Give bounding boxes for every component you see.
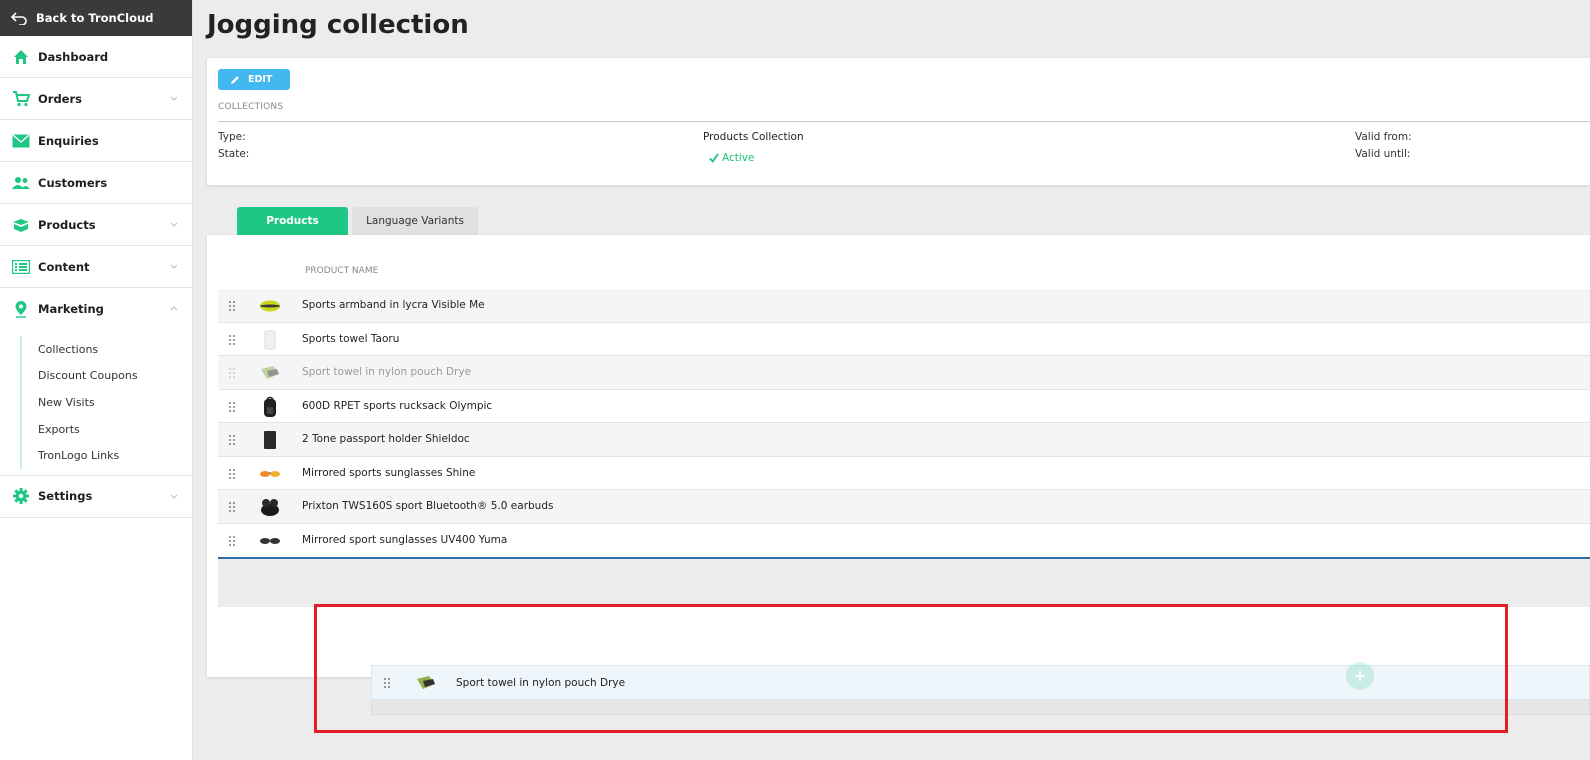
- cart-icon: [12, 90, 30, 108]
- section-label: COLLECTIONS: [218, 102, 284, 112]
- marketing-submenu-list: Collections Discount Coupons New Visits …: [20, 336, 192, 469]
- back-arrow-icon: [10, 12, 27, 25]
- sidebar-item-orders[interactable]: Orders: [0, 78, 192, 120]
- armband-thumb: [258, 295, 282, 317]
- valid-from-label: Valid from:: [1355, 131, 1412, 143]
- sidebar-item-content[interactable]: Content: [0, 246, 192, 288]
- sidebar-item-label: Marketing: [38, 302, 104, 316]
- table-row[interactable]: Sport towel in nylon pouch Drye: [218, 356, 1590, 390]
- page-title: Jogging collection: [207, 10, 469, 40]
- sunglasses-thumb: [258, 463, 282, 485]
- drop-placeholder[interactable]: [218, 557, 1590, 607]
- product-name: Sports towel Taoru: [302, 332, 400, 345]
- back-label: Back to TronCloud: [36, 11, 154, 25]
- type-value: Products Collection: [703, 131, 804, 143]
- sidebar-item-customers[interactable]: Customers: [0, 162, 192, 204]
- marketing-submenu: Collections Discount Coupons New Visits …: [0, 330, 192, 476]
- product-name: Mirrored sports sunglasses Shine: [302, 466, 476, 479]
- state-value: Active: [709, 152, 754, 164]
- sidebar-item-enquiries[interactable]: Enquiries: [0, 120, 192, 162]
- type-label: Type:: [218, 131, 246, 143]
- tab-products[interactable]: Products: [237, 207, 348, 235]
- valid-until-label: Valid until:: [1355, 148, 1411, 160]
- chevron-down-icon: [170, 96, 178, 101]
- sunglasses-thumb: [258, 530, 282, 552]
- edit-label: EDIT: [248, 74, 273, 85]
- sidebar-item-dashboard[interactable]: Dashboard: [0, 36, 192, 78]
- check-icon: [709, 153, 719, 163]
- back-to-troncloud-link[interactable]: Back to TronCloud: [0, 0, 192, 36]
- users-icon: [12, 174, 30, 192]
- mail-icon: [12, 132, 30, 150]
- sidebar-item-label: Enquiries: [38, 133, 99, 148]
- pencil-icon: [231, 75, 239, 84]
- state-label: State:: [218, 148, 250, 160]
- chevron-down-icon: [170, 222, 178, 227]
- product-name: Prixton TWS160S sport Bluetooth® 5.0 ear…: [302, 500, 554, 513]
- drag-handle-icon[interactable]: [229, 368, 235, 378]
- chevron-up-icon: [170, 306, 178, 311]
- sidebar-item-label: Dashboard: [38, 49, 109, 64]
- products-table: Sports armband in lycra Visible Me Sport…: [218, 289, 1590, 557]
- state-text: Active: [722, 152, 755, 164]
- box-icon: [12, 216, 30, 234]
- submenu-item-tronlogo-links[interactable]: TronLogo Links: [38, 442, 192, 469]
- submenu-item-discount-coupons[interactable]: Discount Coupons: [38, 363, 192, 390]
- table-row[interactable]: Sports towel Taoru: [218, 323, 1590, 356]
- edit-button[interactable]: EDIT: [218, 69, 290, 90]
- sidebar-item-products[interactable]: Products: [0, 204, 192, 246]
- submenu-item-new-visits[interactable]: New Visits: [38, 389, 192, 416]
- chevron-down-icon: [170, 264, 178, 269]
- rucksack-thumb: [258, 396, 282, 418]
- product-name: Mirrored sport sunglasses UV400 Yuma: [302, 534, 508, 547]
- product-name: 2 Tone passport holder Shieldoc: [302, 433, 470, 446]
- drag-handle-icon[interactable]: [229, 334, 235, 345]
- sidebar: Back to TronCloud Dashboard Orders Enqui…: [0, 0, 193, 760]
- table-row[interactable]: Mirrored sport sunglasses UV400 Yuma: [218, 524, 1590, 558]
- column-header-product-name: PRODUCT NAME: [305, 266, 379, 276]
- product-name: Sports armband in lycra Visible Me: [302, 299, 485, 312]
- sidebar-item-label: Customers: [38, 175, 108, 190]
- drag-handle-icon[interactable]: [229, 468, 235, 479]
- drag-handle-icon[interactable]: [229, 401, 235, 412]
- chevron-down-icon: [170, 494, 178, 499]
- sidebar-item-label: Settings: [38, 489, 93, 504]
- earbuds-thumb: [258, 496, 282, 518]
- submenu-item-collections[interactable]: Collections: [38, 336, 192, 363]
- table-row[interactable]: Sports armband in lycra Visible Me: [218, 289, 1590, 323]
- gear-icon: [12, 487, 30, 505]
- home-icon: [12, 48, 30, 66]
- product-name: 600D RPET sports rucksack Olympic: [302, 399, 493, 412]
- passport-thumb: [258, 429, 282, 451]
- drag-handle-icon[interactable]: [229, 435, 235, 445]
- sidebar-item-settings[interactable]: Settings: [0, 476, 192, 518]
- table-row[interactable]: 2 Tone passport holder Shieldoc: [218, 423, 1590, 457]
- collection-details-card: EDIT COLLECTIONS Type: Products Collecti…: [207, 58, 1590, 185]
- submenu-item-exports[interactable]: Exports: [38, 416, 192, 443]
- drag-handle-icon[interactable]: [229, 301, 235, 311]
- sidebar-item-label: Products: [38, 217, 96, 232]
- towel-thumb: [258, 329, 282, 351]
- sidebar-item-label: Orders: [38, 91, 82, 106]
- pouch-thumb: [258, 362, 282, 384]
- table-row[interactable]: Mirrored sports sunglasses Shine: [218, 457, 1590, 490]
- table-row[interactable]: 600D RPET sports rucksack Olympic: [218, 390, 1590, 423]
- table-row[interactable]: Prixton TWS160S sport Bluetooth® 5.0 ear…: [218, 490, 1590, 524]
- sidebar-item-marketing[interactable]: Marketing: [0, 288, 192, 330]
- divider: [218, 121, 1590, 122]
- drag-handle-icon[interactable]: [229, 535, 235, 546]
- drag-handle-icon[interactable]: [229, 502, 235, 512]
- highlight-box: [314, 604, 1508, 733]
- tab-language-variants[interactable]: Language Variants: [352, 207, 478, 235]
- list-icon: [12, 258, 30, 276]
- product-name: Sport towel in nylon pouch Drye: [302, 366, 472, 379]
- pin-icon: [12, 300, 30, 318]
- sidebar-item-label: Content: [38, 259, 90, 274]
